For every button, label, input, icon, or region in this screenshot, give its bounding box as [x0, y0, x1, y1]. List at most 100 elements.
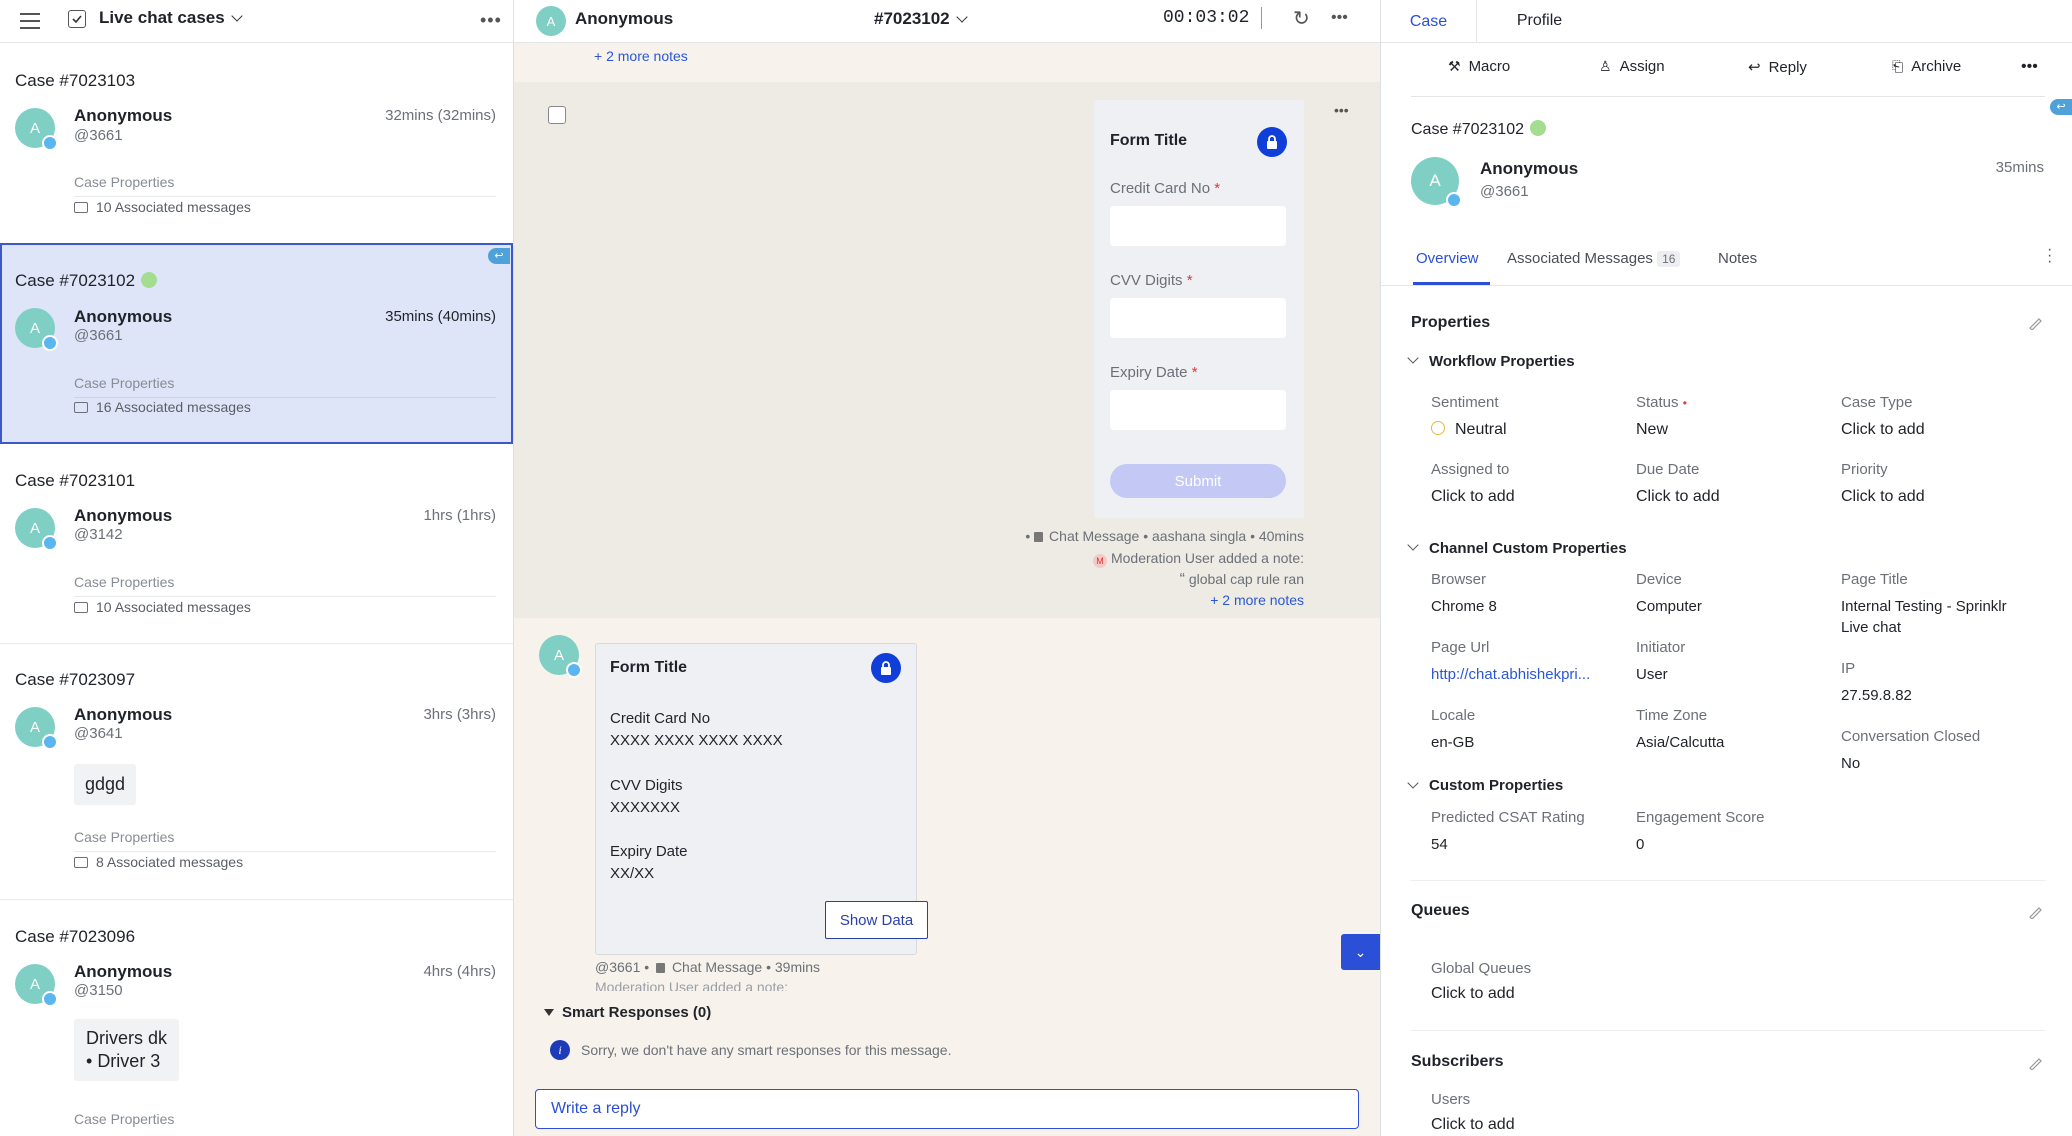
bubble-list-item: • Driver 3: [86, 1051, 161, 1071]
expiry-input[interactable]: [1110, 390, 1286, 430]
moderation-note: Moderation User added a note:: [595, 979, 789, 991]
more-options-icon[interactable]: •••: [1331, 9, 1348, 27]
lock-icon: [1034, 532, 1044, 542]
cvv-input[interactable]: [1110, 298, 1286, 338]
property-value[interactable]: Neutral: [1431, 421, 1507, 439]
associated-messages[interactable]: 10 Associated messages: [74, 599, 251, 615]
case-number: #7023102: [874, 9, 950, 28]
case-card-selected[interactable]: Case #7023102 ↩ A Anonymous @3661 35mins…: [0, 243, 513, 444]
property-value[interactable]: New: [1636, 421, 1668, 439]
archive-button[interactable]: ⎗ Archive: [1892, 58, 1961, 75]
subtab-overview[interactable]: Overview: [1416, 250, 1479, 267]
assign-button[interactable]: ♙ Assign: [1599, 58, 1665, 75]
property-label: Engagement Score: [1636, 809, 1765, 826]
view-selector[interactable]: Live chat cases: [99, 8, 243, 28]
more-notes-link[interactable]: + 2 more notes: [1210, 592, 1304, 608]
message-meta: @3661 • Chat Message • 39mins: [595, 959, 821, 975]
workflow-properties-header[interactable]: Workflow Properties: [1429, 353, 1575, 370]
reply-input[interactable]: Write a reply: [535, 1089, 1359, 1129]
channel-properties-header[interactable]: Channel Custom Properties: [1429, 540, 1627, 557]
custom-properties-header[interactable]: Custom Properties: [1429, 777, 1563, 794]
view-title: Live chat cases: [99, 8, 225, 27]
edit-pencil-icon[interactable]: [2028, 905, 2042, 920]
property-label: Users: [1431, 1091, 1471, 1108]
tab-profile[interactable]: Profile: [1477, 0, 1602, 42]
case-properties-link[interactable]: Case Properties: [74, 375, 174, 391]
submit-button[interactable]: Submit: [1110, 464, 1286, 498]
contact-name: Anonymous: [74, 705, 173, 724]
case-time: 35mins: [1995, 159, 2044, 176]
smart-responses-area: Smart Responses (0) i Sorry, we don't ha…: [514, 993, 1380, 1136]
property-label: Status •: [1636, 394, 1687, 411]
property-label: Time Zone: [1636, 707, 1708, 724]
triangle-down-icon: [544, 1009, 554, 1016]
case-properties-link[interactable]: Case Properties: [74, 574, 174, 590]
more-notes-link[interactable]: + 2 more notes: [594, 48, 688, 64]
property-value[interactable]: Click to add: [1431, 985, 1515, 1003]
property-value[interactable]: Click to add: [1841, 488, 1925, 506]
subtab-notes[interactable]: Notes: [1718, 250, 1757, 267]
chat-channel-icon: [42, 135, 58, 151]
scroll-to-bottom-button[interactable]: ⌄: [1341, 934, 1380, 970]
case-properties-link[interactable]: Case Properties: [74, 174, 174, 190]
case-details-panel: Case Profile ⚒ Macro ♙ Assign ↩ Reply ⎗ Arch…: [1380, 0, 2072, 1136]
envelope-icon: [74, 402, 88, 413]
property-label: Page Url: [1431, 639, 1490, 656]
details-tabs: Case Profile: [1381, 0, 2072, 43]
edit-pencil-icon[interactable]: [2028, 316, 2042, 331]
more-options-icon[interactable]: •••: [480, 10, 502, 31]
reply-placeholder: Write a reply: [551, 1100, 641, 1117]
page-url-link[interactable]: http://chat.abhishekpri...: [1431, 666, 1590, 683]
refresh-icon[interactable]: ↻: [1293, 6, 1310, 31]
tab-case[interactable]: Case: [1381, 0, 1477, 43]
case-properties-link[interactable]: Case Properties: [74, 1111, 174, 1127]
chevron-down-icon[interactable]: [1407, 352, 1419, 364]
kebab-menu-icon[interactable]: · · ·: [2047, 242, 2052, 270]
chevron-down-icon: [231, 10, 243, 22]
assign-icon: ♙: [1599, 58, 1612, 74]
case-card[interactable]: Case #7023103 A Anonymous @3661 32mins (…: [0, 44, 513, 244]
field-label: CVV Digits *: [1110, 272, 1193, 289]
property-value: Chrome 8: [1431, 598, 1497, 615]
case-id: Case #7023103: [15, 71, 136, 90]
more-actions-icon[interactable]: •••: [2021, 58, 2038, 76]
message-select-checkbox[interactable]: [548, 106, 566, 124]
property-value[interactable]: Click to add: [1431, 1116, 1515, 1134]
contact-name: Anonymous: [74, 106, 173, 125]
double-chevron-down-icon: ⌄: [1354, 943, 1367, 960]
credit-card-input[interactable]: [1110, 206, 1286, 246]
conversation-header: A Anonymous #7023102 00:03:02 ↻ •••: [514, 0, 1380, 43]
hamburger-menu-icon[interactable]: [20, 11, 40, 29]
online-status-icon: [141, 272, 158, 288]
moderation-note: M Moderation User added a note:: [1092, 550, 1304, 568]
envelope-icon: [74, 857, 88, 868]
avatar: A: [15, 964, 58, 1007]
chat-channel-icon: [1446, 192, 1462, 208]
archive-icon: ⎗: [1892, 58, 1904, 74]
reply-arrow-icon: ↩: [2050, 99, 2072, 115]
property-value[interactable]: Click to add: [1841, 421, 1925, 439]
case-card[interactable]: Case #7023097 A Anonymous @3641 3hrs (3h…: [0, 643, 513, 900]
property-label: Initiator: [1636, 639, 1686, 656]
edit-pencil-icon[interactable]: [2028, 1056, 2042, 1071]
chevron-down-icon[interactable]: [1407, 539, 1419, 551]
field-label: Expiry Date *: [1110, 364, 1198, 381]
associated-messages[interactable]: 8 Associated messages: [74, 854, 243, 870]
case-properties-link[interactable]: Case Properties: [74, 829, 174, 845]
show-data-button[interactable]: Show Data: [825, 901, 928, 939]
associated-messages[interactable]: 10 Associated messages: [74, 199, 251, 215]
property-value[interactable]: Click to add: [1636, 488, 1720, 506]
property-value[interactable]: Click to add: [1431, 488, 1515, 506]
reply-button[interactable]: ↩ Reply: [1748, 58, 1807, 77]
case-card[interactable]: Case #7023096 A Anonymous @3150 4hrs (4h…: [0, 900, 513, 1136]
avatar: A: [536, 6, 566, 36]
smart-responses-toggle[interactable]: Smart Responses (0): [544, 1004, 711, 1021]
case-switcher[interactable]: #7023102: [874, 9, 968, 29]
message-more-icon[interactable]: •••: [1334, 102, 1349, 118]
chevron-down-icon[interactable]: [1407, 777, 1419, 789]
checkbox-icon[interactable]: [68, 10, 86, 28]
case-card[interactable]: Case #7023101 A Anonymous @3142 1hrs (1h…: [0, 444, 513, 644]
macro-button[interactable]: ⚒ Macro: [1448, 58, 1510, 75]
subtab-associated-messages[interactable]: Associated Messages 16: [1507, 250, 1681, 267]
associated-messages[interactable]: 16 Associated messages: [74, 399, 251, 415]
